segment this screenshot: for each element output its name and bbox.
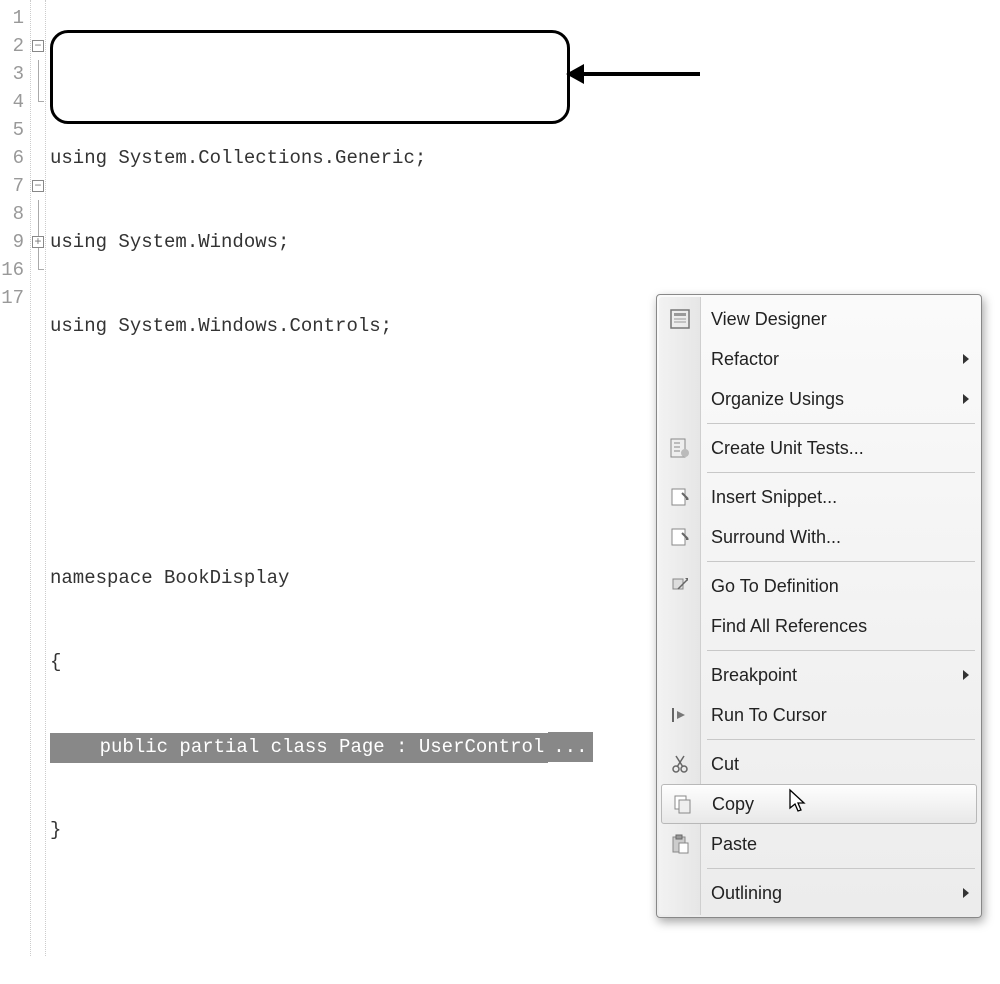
menu-item-organize-usings[interactable]: Organize Usings — [659, 379, 979, 419]
goto-def-icon — [667, 573, 693, 599]
menu-item-refactor[interactable]: Refactor — [659, 339, 979, 379]
menu-item-insert-snippet[interactable]: Insert Snippet... — [659, 477, 979, 517]
line-number: 3 — [0, 60, 24, 88]
fold-collapse-icon[interactable]: − — [32, 40, 44, 52]
menu-label: View Designer — [711, 309, 827, 330]
menu-label: Go To Definition — [711, 576, 839, 597]
run-cursor-icon — [667, 702, 693, 728]
code-line: using System.Collections.Generic; — [50, 144, 1000, 172]
menu-separator — [707, 739, 975, 740]
line-number: 7 — [0, 172, 24, 200]
menu-label: Surround With... — [711, 527, 841, 548]
line-number: 2 — [0, 32, 24, 60]
menu-label: Paste — [711, 834, 757, 855]
menu-label: Run To Cursor — [711, 705, 827, 726]
menu-label: Find All References — [711, 616, 867, 637]
paste-icon — [667, 831, 693, 857]
menu-label: Insert Snippet... — [711, 487, 837, 508]
menu-item-cut[interactable]: Cut — [659, 744, 979, 784]
line-number: 9 — [0, 228, 24, 256]
menu-item-go-to-definition[interactable]: Go To Definition — [659, 566, 979, 606]
unit-test-icon — [667, 435, 693, 461]
submenu-arrow-icon — [963, 354, 969, 364]
fold-expand-icon[interactable]: + — [32, 236, 44, 248]
line-number: 6 — [0, 144, 24, 172]
line-number: 5 — [0, 116, 24, 144]
menu-separator — [707, 650, 975, 651]
code-line: using System.Windows; — [50, 228, 1000, 256]
menu-item-run-to-cursor[interactable]: Run To Cursor — [659, 695, 979, 735]
copy-icon — [670, 791, 696, 817]
line-number: 1 — [0, 4, 24, 32]
menu-label: Outlining — [711, 883, 782, 904]
menu-separator — [707, 561, 975, 562]
line-number: 4 — [0, 88, 24, 116]
context-menu: View Designer Refactor Organize Usings C… — [656, 294, 982, 918]
menu-item-outlining[interactable]: Outlining — [659, 873, 979, 913]
designer-icon — [667, 306, 693, 332]
menu-separator — [707, 423, 975, 424]
submenu-arrow-icon — [963, 670, 969, 680]
menu-item-paste[interactable]: Paste — [659, 824, 979, 864]
surround-icon — [667, 524, 693, 550]
submenu-arrow-icon — [963, 394, 969, 404]
menu-separator — [707, 868, 975, 869]
code-line — [50, 60, 1000, 88]
line-number: 8 — [0, 200, 24, 228]
snippet-icon — [667, 484, 693, 510]
menu-item-copy[interactable]: Copy — [661, 784, 977, 824]
menu-label: Create Unit Tests... — [711, 438, 864, 459]
menu-item-breakpoint[interactable]: Breakpoint — [659, 655, 979, 695]
menu-label: Copy — [712, 794, 754, 815]
menu-item-surround-with[interactable]: Surround With... — [659, 517, 979, 557]
fold-collapse-icon[interactable]: − — [32, 180, 44, 192]
cut-icon — [667, 751, 693, 777]
line-number: 16 — [0, 256, 24, 284]
menu-label: Breakpoint — [711, 665, 797, 686]
submenu-arrow-icon — [963, 888, 969, 898]
line-number: 17 — [0, 284, 24, 312]
menu-item-create-unit-tests[interactable]: Create Unit Tests... — [659, 428, 979, 468]
menu-label: Refactor — [711, 349, 779, 370]
menu-separator — [707, 472, 975, 473]
collapsed-region[interactable]: ... — [548, 732, 592, 762]
menu-label: Organize Usings — [711, 389, 844, 410]
line-number-gutter: 1 2 3 4 5 6 7 8 9 16 17 — [0, 0, 30, 956]
menu-label: Cut — [711, 754, 739, 775]
menu-item-find-all-references[interactable]: Find All References — [659, 606, 979, 646]
menu-item-view-designer[interactable]: View Designer — [659, 299, 979, 339]
fold-gutter: − − + — [30, 0, 46, 956]
